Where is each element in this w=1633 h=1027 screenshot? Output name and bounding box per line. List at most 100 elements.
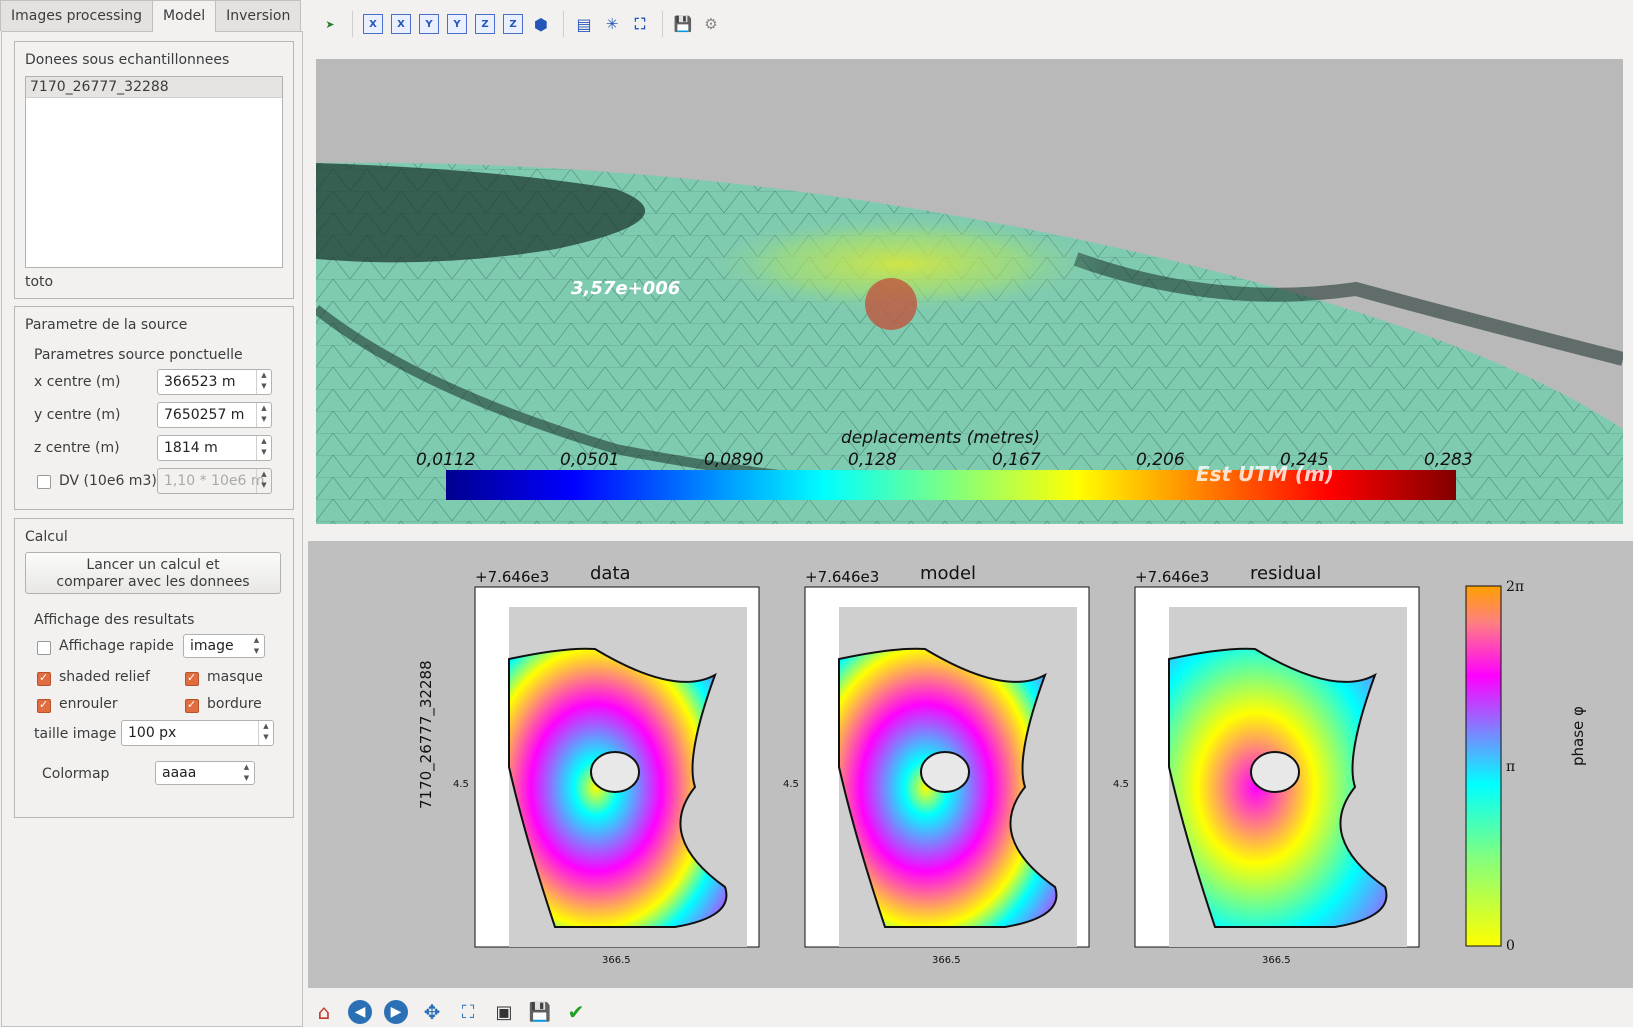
fit-icon[interactable]: ⛶ [630,14,650,34]
y-centre-label: y centre (m) [34,407,121,423]
y-axis-neg-icon[interactable]: Y [447,14,467,34]
spin-arrows-icon[interactable]: ▲ ▼ [256,403,271,427]
colorbar-tick-label: 0,283 [1424,450,1473,470]
tab-inversion[interactable]: Inversion [215,0,302,31]
tab-bar: Images processing Model Inversion [0,0,302,32]
colorbar-tick-label: 0,245 [1280,450,1329,470]
shaded-relief-checkbox[interactable] [37,671,51,686]
figure-panels: data +7.646e3 366.5 4.5 model +7.646e3 366.5 4.… [453,563,1420,966]
panel-xtick: 366.5 [602,955,631,966]
forward-icon[interactable]: ▶ [384,1000,408,1024]
source-group: Parametre de la source Parametres source… [14,306,294,510]
y-centre-value: 7650257 m [164,407,245,423]
colormap-select[interactable]: aaaa ▲ ▼ [155,761,255,785]
colorbar-tick-label: 0,206 [1136,450,1185,470]
z-axis-icon[interactable]: Z [475,14,495,34]
calc-group: Calcul Lancer un calcul et comparer avec… [14,518,294,818]
vtk-3d-view[interactable]: deplacements (metres) 3,57e+006 Est UTM … [316,59,1623,524]
image-size-spinbox[interactable]: 100 px ▲ ▼ [121,720,274,746]
terrain-mesh-svg: deplacements (metres) 3,57e+006 Est UTM … [316,162,1623,524]
panel-offset-label: +7.646e3 [805,568,879,586]
shaded-relief-label: shaded relief [59,669,150,685]
colorbar-tick-label: 0,128 [848,450,897,470]
source-subtitle: Parametres source ponctuelle [34,347,243,363]
fast-display-value: image [190,638,234,654]
panel-ytick: 4.5 [1113,779,1129,790]
calc-group-title: Calcul [25,529,68,545]
display-title: Affichage des resultats [34,612,195,628]
mask-checkbox[interactable] [185,671,199,686]
colorbar-tick-label: 0,0890 [704,450,763,470]
configure-icon[interactable]: ▣ [492,1000,516,1024]
save-figure-icon[interactable]: 💾 [528,1000,552,1024]
overlay-coordinate-label: 3,57e+006 [571,278,680,299]
tab-model[interactable]: Model [152,0,217,32]
source-group-title: Parametre de la source [25,317,188,333]
dv-spinbox[interactable]: 1,10 * 10e6 m ▲ ▼ [157,468,272,494]
run-calc-button[interactable]: Lancer un calcul et comparer avec les do… [25,552,281,594]
x-centre-value: 366523 m [164,374,236,390]
border-label: bordure [207,696,262,712]
pan-icon[interactable]: ✥ [420,1000,444,1024]
colorbar-tick-label: 0,0501 [560,450,619,470]
wrap-checkbox[interactable] [37,698,51,713]
x-centre-label: x centre (m) [34,374,121,390]
data-group-footer: toto [25,274,54,290]
spin-arrows-icon[interactable]: ▲ ▼ [256,436,271,460]
select-arrows-icon: ▲ ▼ [243,763,250,782]
spin-arrows-icon[interactable]: ▲ ▼ [256,370,271,394]
panel-ytick: 4.5 [453,779,469,790]
x-axis-icon[interactable]: X [363,14,383,34]
toolbar-separator [563,11,564,37]
z-axis-neg-icon[interactable]: Z [503,14,523,34]
point-source-sphere [865,278,917,330]
spin-arrows-icon[interactable]: ▲ ▼ [258,721,273,745]
cbar-bottom-label: 0 [1506,938,1515,954]
z-centre-label: z centre (m) [34,440,120,456]
save-icon[interactable]: 💾 [673,14,693,34]
panel-offset-label: +7.646e3 [1135,568,1209,586]
back-icon[interactable]: ◀ [348,1000,372,1024]
data-group: Donees sous echantillonnees 7170_26777_3… [14,41,294,299]
image-size-value: 100 px [128,725,177,741]
mask-label: masque [207,669,263,685]
fast-display-select[interactable]: image ▲ ▼ [183,634,265,658]
matplotlib-canvas[interactable]: 7170_26777_32288 data +7.646e3 366.5 4.5 mod… [308,541,1633,988]
toolbar-separator [352,11,353,37]
zoom-icon[interactable]: ⛶ [456,1000,480,1024]
spin-arrows-icon[interactable]: ▲ ▼ [256,469,271,493]
x-centre-spinbox[interactable]: 366523 m ▲ ▼ [157,369,272,395]
x-axis-neg-icon[interactable]: X [391,14,411,34]
cube-icon[interactable]: ⬢ [531,14,551,34]
panel-ytick: 4.5 [783,779,799,790]
cbar-axis-label: phase φ [1569,706,1587,766]
dv-checkbox[interactable] [37,475,51,489]
crater-mask [590,751,640,793]
z-centre-spinbox[interactable]: 1814 m ▲ ▼ [157,435,272,461]
dv-label: DV (10e6 m3) [59,473,157,489]
mpl-toolbar: ⌂ ◀ ▶ ✥ ⛶ ▣ 💾 ✔ [312,998,600,1026]
colorbar-title: deplacements (metres) [841,428,1040,448]
colorbar-tick-label: 0,0112 [416,450,475,470]
settings-icon[interactable]: ⚙ [701,14,721,34]
panel-xtick: 366.5 [1262,955,1291,966]
y-centre-spinbox[interactable]: 7650257 m ▲ ▼ [157,402,272,428]
fast-display-checkbox[interactable] [37,641,51,655]
z-centre-value: 1814 m [164,440,218,456]
tab-images-processing[interactable]: Images processing [0,0,154,31]
axes-icon[interactable]: ✳ [602,14,622,34]
layers-icon[interactable]: ▤ [574,14,594,34]
y-axis-icon[interactable]: Y [419,14,439,34]
check-icon[interactable]: ✔ [564,1000,588,1024]
toolbar-separator [662,11,663,37]
select-arrows-icon: ▲ ▼ [253,636,260,655]
pick-icon[interactable]: ➤ [320,14,340,34]
home-icon[interactable]: ⌂ [312,1000,336,1024]
data-list[interactable]: 7170_26777_32288 [25,76,283,268]
crater-mask [920,751,970,793]
vtk-toolbar: ➤ X X Y Y Z Z ⬢ ▤ ✳ ⛶ 💾 ⚙ [320,10,729,38]
border-checkbox[interactable] [185,698,199,713]
colormap-label: Colormap [42,766,110,782]
panel-title: data [590,563,631,584]
list-item[interactable]: 7170_26777_32288 [26,77,282,98]
